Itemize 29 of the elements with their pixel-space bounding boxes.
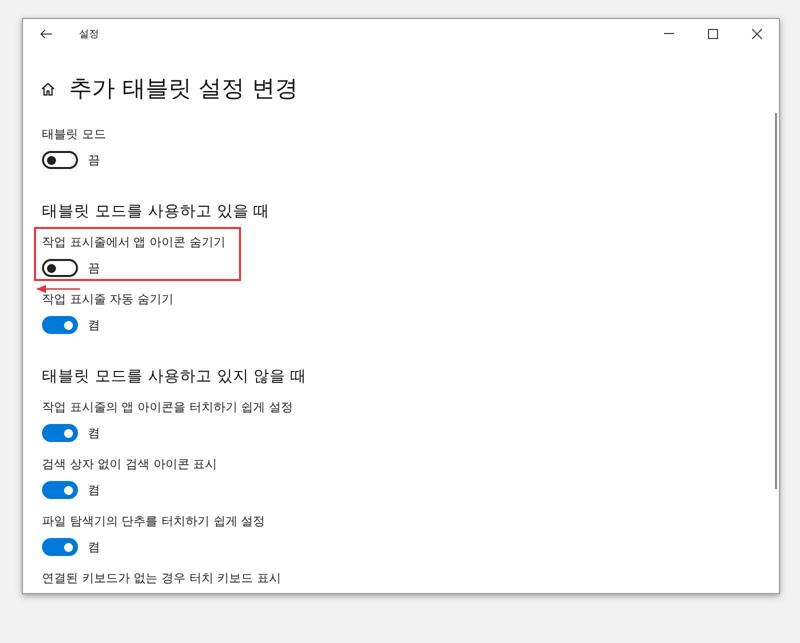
toggle-state: 끔	[88, 152, 100, 168]
setting-label: 검색 상자 없이 검색 아이콘 표시	[42, 456, 218, 473]
toggle-state: 켬	[88, 482, 100, 498]
setting-label: 태블릿 모드	[42, 126, 107, 143]
page-title: 추가 태블릿 설정 변경	[69, 75, 298, 104]
toggle-state: 켬	[88, 424, 100, 442]
home-icon[interactable]	[41, 82, 55, 96]
toggle-switch[interactable]	[42, 151, 78, 169]
minimize-icon	[664, 33, 674, 35]
setting-label: 작업 표시줄 자동 숨기기	[42, 291, 174, 308]
section-heading: 태블릿 모드를 사용하고 있지 않을 때	[42, 366, 308, 387]
section-heading: 태블릿 모드를 사용하고 있을 때	[42, 201, 271, 222]
close-icon	[752, 29, 762, 39]
setting-label: 작업 표시줄의 앱 아이콘을 터치하기 쉽게 설정	[42, 399, 294, 416]
maximize-icon	[708, 29, 718, 39]
scrollbar[interactable]	[775, 113, 777, 489]
toggle-switch[interactable]	[42, 424, 78, 442]
setting-label: 파일 탐색기의 단추를 터치하기 쉽게 설정	[42, 513, 266, 530]
toggle-state: 끔	[88, 260, 100, 276]
arrow-icon	[36, 284, 80, 294]
toggle-state: 켬	[88, 316, 100, 334]
toggle-switch[interactable]	[42, 316, 78, 334]
toggle-switch[interactable]	[42, 259, 78, 277]
toggle-state: 켬	[88, 538, 100, 556]
setting-label: 작업 표시줄에서 앱 아이콘 숨기기	[42, 234, 226, 251]
toggle-switch[interactable]	[42, 538, 78, 556]
setting-label: 연결된 키보드가 없는 경우 터치 키보드 표시	[42, 570, 282, 587]
toggle-switch[interactable]	[42, 481, 78, 499]
window-title: 설정	[79, 28, 100, 41]
